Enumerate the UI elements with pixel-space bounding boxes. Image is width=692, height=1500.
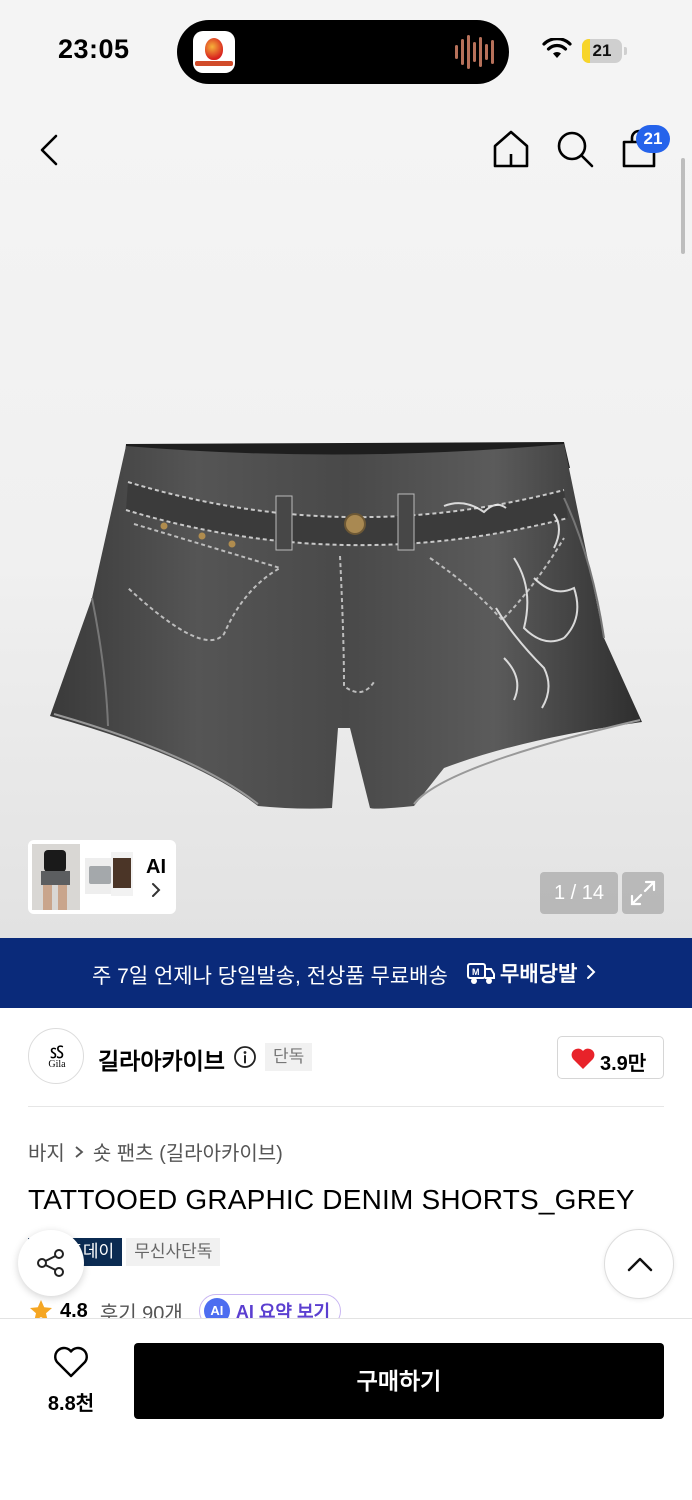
info-icon[interactable] — [233, 1045, 257, 1069]
delivery-truck-icon: M — [467, 963, 495, 984]
music-app-icon — [193, 31, 235, 73]
exclusive-badge: 단독 — [265, 1043, 313, 1071]
heart-outline-icon — [54, 1346, 88, 1378]
image-page-counter: 1 / 14 — [540, 872, 618, 914]
brand-logo-wordmark: Gila — [48, 1059, 66, 1070]
banner-text: 주 7일 언제나 당일발송, 전상품 무료배송 — [92, 965, 448, 988]
chevron-right-icon — [152, 883, 161, 897]
share-icon — [37, 1249, 64, 1277]
wishlist-button[interactable]: 8.8천 — [28, 1345, 114, 1415]
audio-wave-icon — [455, 34, 495, 70]
share-button[interactable] — [18, 1230, 84, 1296]
free-shipping-banner[interactable]: 주 7일 언제나 당일발송, 전상품 무료배송 M 무배당발 — [0, 938, 692, 1008]
banner-brand-logo: M 무배당발 — [466, 959, 577, 987]
product-title: TATTOOED GRAPHIC DENIM SHORTS_GREY — [28, 1184, 635, 1215]
chevron-right-icon — [75, 1145, 84, 1158]
expand-image-button[interactable] — [622, 872, 664, 914]
bottom-action-bar: 8.8천 구매하기 — [0, 1318, 692, 1500]
page-scrollbar[interactable] — [681, 158, 685, 254]
wishlist-count: 8.8천 — [47, 1393, 95, 1415]
banner-brand-name: 무배당발 — [500, 963, 578, 986]
brand-like-button[interactable]: 3.9만 — [557, 1036, 664, 1079]
home-icon[interactable] — [490, 128, 532, 170]
brand-row[interactable]: ꚃꚂ Gila 길라아카이브 단독 3.9만 — [0, 1008, 692, 1106]
grey-shorts-thumbnail — [85, 858, 113, 894]
status-bar: 23:05 21 — [0, 0, 692, 100]
wifi-icon — [542, 38, 572, 58]
cart-count-badge: 21 — [636, 125, 670, 153]
search-icon[interactable] — [554, 128, 596, 170]
svg-text:M: M — [472, 967, 480, 977]
brand-like-count: 3.9만 — [600, 1053, 647, 1075]
tag-musinsa-exclusive: 무신사단독 — [126, 1238, 221, 1266]
battery-level: 21 — [592, 41, 612, 60]
ai-thumbnail-card[interactable]: AI — [28, 840, 176, 914]
chevron-right-icon — [587, 965, 596, 979]
divider — [28, 1106, 664, 1107]
product-image-gallery[interactable] — [0, 100, 692, 938]
brand-logo[interactable]: ꚃꚂ Gila — [28, 1028, 84, 1084]
model-thumbnail — [32, 844, 80, 910]
scroll-to-top-button[interactable] — [604, 1229, 674, 1299]
brown-item-thumbnail — [111, 852, 133, 896]
back-icon[interactable] — [30, 130, 70, 170]
breadcrumb-subcategory[interactable]: 숏 팬츠 (길라아카이브) — [93, 1137, 283, 1166]
heart-filled-icon — [571, 1048, 595, 1069]
brand-name[interactable]: 길라아카이브 — [98, 1042, 225, 1076]
product-image — [50, 442, 642, 809]
status-time: 23:05 — [58, 34, 130, 64]
brand-monogram-icon: ꚃꚂ — [50, 1043, 64, 1058]
buy-button[interactable]: 구매하기 — [134, 1343, 664, 1419]
battery-indicator: 21 — [582, 39, 627, 63]
dynamic-island[interactable] — [177, 20, 509, 84]
ai-label: AI — [146, 856, 166, 878]
chevron-up-icon — [627, 1257, 653, 1272]
expand-icon — [630, 880, 656, 906]
breadcrumb-category[interactable]: 바지 — [28, 1137, 65, 1166]
breadcrumb: 바지 숏 팬츠 (길라아카이브) — [28, 1137, 283, 1166]
